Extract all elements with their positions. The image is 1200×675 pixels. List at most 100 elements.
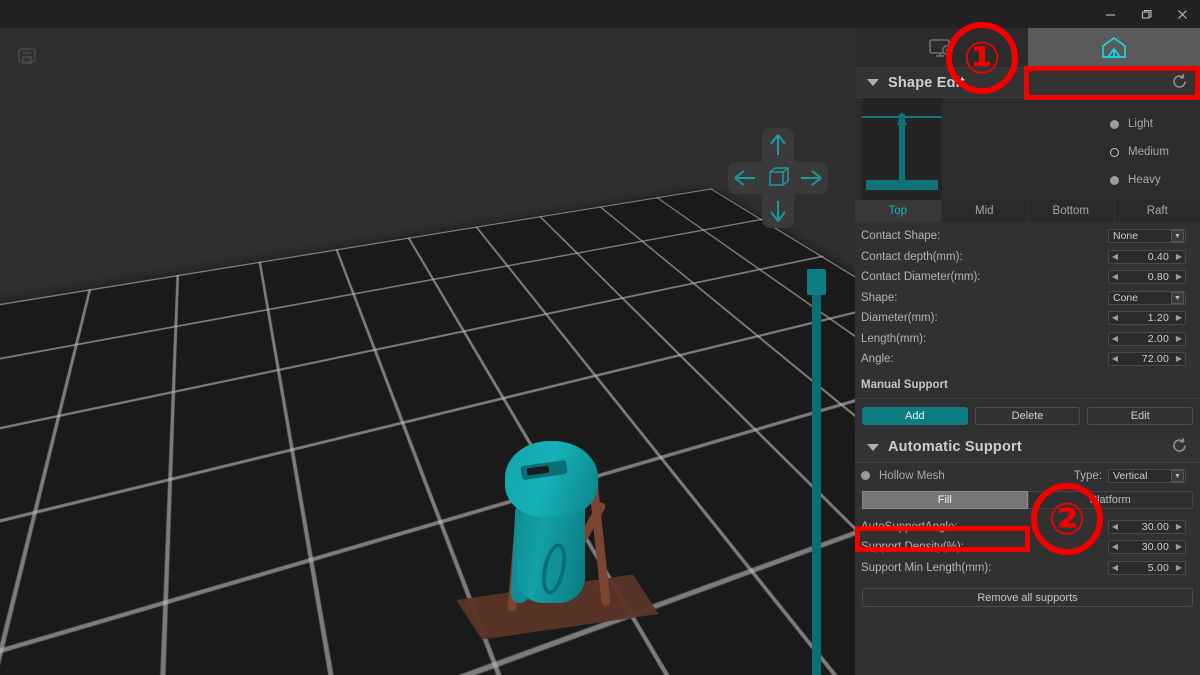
panel-tab-bar [855, 28, 1200, 68]
stepper-increment[interactable]: ▶ [1173, 312, 1185, 324]
chevron-down-icon[interactable] [867, 444, 879, 451]
stepper-increment[interactable]: ▶ [1173, 271, 1185, 283]
delete-support-button[interactable]: Delete [975, 407, 1081, 425]
arrow-right-icon[interactable] [798, 166, 824, 195]
field-length: Length(mm): ◀ 2.00 ▶ [855, 329, 1200, 350]
automatic-support-header[interactable]: Automatic Support [855, 433, 1200, 463]
add-support-button[interactable]: Add [862, 407, 968, 425]
shape-edit-title: Shape Edit [888, 75, 965, 91]
build-plate-grid [0, 188, 855, 675]
build-plate-area [0, 146, 855, 675]
field-auto-support-angle: AutoSupportAngle: ◀ 30.00 ▶ [855, 517, 1200, 538]
chevron-down-icon[interactable] [867, 79, 879, 86]
arrow-up-icon[interactable] [766, 132, 790, 163]
hollow-mesh-row: Hollow Mesh Type: Vertical ▼ [855, 463, 1200, 489]
stepper-decrement[interactable]: ◀ [1109, 562, 1121, 574]
field-shape: Shape: Cone ▼ [855, 288, 1200, 309]
support-density-stepper[interactable]: ◀ 30.00 ▶ [1108, 540, 1186, 554]
radio-dot [1110, 120, 1119, 129]
refresh-icon[interactable] [1171, 437, 1188, 457]
subtab-top[interactable]: Top [855, 200, 942, 222]
stepper-decrement[interactable]: ◀ [1109, 333, 1121, 345]
field-diameter: Diameter(mm): ◀ 1.20 ▶ [855, 308, 1200, 329]
print-settings-icon [927, 36, 955, 60]
tab-print-settings[interactable] [855, 28, 1028, 68]
platform-button[interactable]: Platform [1028, 491, 1194, 509]
stepper-increment[interactable]: ▶ [1173, 333, 1185, 345]
field-contact-diameter: Contact Diameter(mm): ◀ 0.80 ▶ [855, 267, 1200, 288]
checkbox-dot [861, 471, 870, 480]
edit-support-button[interactable]: Edit [1087, 407, 1193, 425]
cube-icon[interactable] [762, 162, 794, 194]
contact-depth-stepper[interactable]: ◀ 0.40 ▶ [1108, 250, 1186, 264]
stepper-increment[interactable]: ▶ [1173, 521, 1185, 533]
field-label: Contact Shape: [861, 230, 1108, 242]
stepper-decrement[interactable]: ◀ [1109, 521, 1121, 533]
hollow-mesh-checkbox[interactable]: Hollow Mesh [861, 470, 1074, 482]
length-stepper[interactable]: ◀ 2.00 ▶ [1108, 332, 1186, 346]
stepper-decrement[interactable]: ◀ [1109, 541, 1121, 553]
restore-button[interactable] [1128, 0, 1164, 28]
chevron-down-icon[interactable]: ▼ [1171, 470, 1184, 482]
auto-support-angle-stepper[interactable]: ◀ 30.00 ▶ [1108, 520, 1186, 534]
printer-icon[interactable] [14, 44, 40, 70]
field-contact-depth: Contact depth(mm): ◀ 0.40 ▶ [855, 247, 1200, 268]
arrow-down-icon[interactable] [766, 198, 790, 229]
3d-viewport[interactable] [0, 28, 855, 675]
fill-platform-toggle: Fill Platform [855, 489, 1200, 513]
stepper-increment[interactable]: ▶ [1173, 353, 1185, 365]
tab-support-edit[interactable] [1028, 28, 1200, 68]
refresh-icon[interactable] [1171, 73, 1188, 93]
minimize-button[interactable] [1092, 0, 1128, 28]
z-height-slider-track[interactable] [812, 269, 821, 675]
radio-light[interactable]: Light [1110, 110, 1200, 138]
contact-diameter-stepper[interactable]: ◀ 0.80 ▶ [1108, 270, 1186, 284]
model-with-supports[interactable] [455, 433, 670, 668]
radio-label: Light [1128, 118, 1153, 130]
close-button[interactable] [1164, 0, 1200, 28]
radio-medium[interactable]: Medium [1110, 138, 1200, 166]
field-label: Shape: [861, 292, 1108, 304]
title-bar [0, 0, 1200, 28]
stepper-increment[interactable]: ▶ [1173, 541, 1185, 553]
radio-label: Medium [1128, 146, 1169, 158]
field-label: Angle: [861, 353, 1108, 365]
select-value: None [1109, 230, 1171, 242]
field-support-density: Support Density(%): ◀ 30.00 ▶ [855, 537, 1200, 558]
automatic-support-title: Automatic Support [888, 439, 1022, 455]
stepper-decrement[interactable]: ◀ [1109, 271, 1121, 283]
hollow-mesh-label: Hollow Mesh [879, 470, 945, 482]
angle-stepper[interactable]: ◀ 72.00 ▶ [1108, 352, 1186, 366]
contact-shape-select[interactable]: None ▼ [1108, 229, 1186, 243]
subtab-raft[interactable]: Raft [1115, 200, 1200, 222]
stepper-increment[interactable]: ▶ [1173, 251, 1185, 263]
stepper-value: 0.80 [1121, 271, 1173, 283]
radio-heavy[interactable]: Heavy [1110, 166, 1200, 194]
stepper-increment[interactable]: ▶ [1173, 562, 1185, 574]
shape-select[interactable]: Cone ▼ [1108, 291, 1186, 305]
navigation-gizmo[interactable] [728, 128, 828, 228]
arrow-left-icon[interactable] [732, 166, 758, 195]
remove-all-supports-button[interactable]: Remove all supports [862, 588, 1193, 607]
stepper-decrement[interactable]: ◀ [1109, 353, 1121, 365]
support-preview-row: Light Medium Heavy [855, 98, 1200, 200]
field-contact-shape: Contact Shape: None ▼ [855, 226, 1200, 247]
diameter-stepper[interactable]: ◀ 1.20 ▶ [1108, 311, 1186, 325]
field-label: Length(mm): [861, 333, 1108, 345]
stepper-decrement[interactable]: ◀ [1109, 312, 1121, 324]
fill-button[interactable]: Fill [862, 491, 1028, 509]
radio-label: Heavy [1128, 174, 1161, 186]
manual-support-title: Manual Support [855, 370, 1200, 399]
subtab-bottom[interactable]: Bottom [1028, 200, 1115, 222]
support-type-select[interactable]: Vertical ▼ [1108, 469, 1186, 483]
chevron-down-icon[interactable]: ▼ [1171, 230, 1184, 242]
chevron-down-icon[interactable]: ▼ [1171, 292, 1184, 304]
support-min-length-stepper[interactable]: ◀ 5.00 ▶ [1108, 561, 1186, 575]
shape-edit-header[interactable]: Shape Edit [855, 68, 1200, 98]
radio-dot [1110, 176, 1119, 185]
type-label: Type: [1074, 470, 1102, 482]
z-height-slider-handle[interactable] [807, 269, 826, 295]
field-angle: Angle: ◀ 72.00 ▶ [855, 349, 1200, 370]
subtab-mid[interactable]: Mid [942, 200, 1029, 222]
stepper-decrement[interactable]: ◀ [1109, 251, 1121, 263]
